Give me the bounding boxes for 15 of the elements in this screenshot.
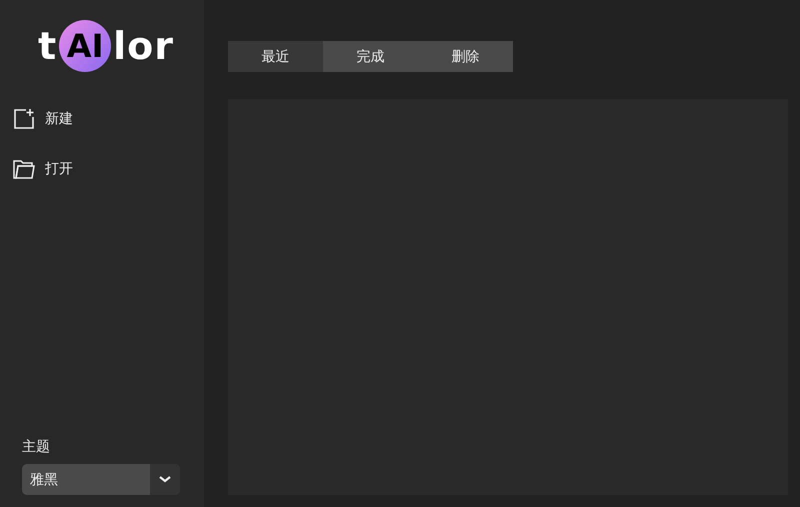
theme-label: 主题: [22, 438, 51, 456]
sidebar-item-label: 打开: [45, 160, 73, 178]
logo-text: lor: [113, 27, 174, 65]
sidebar-item[interactable]: 打开: [0, 144, 204, 194]
tab[interactable]: 最近: [228, 41, 323, 72]
sidebar-item-label: 新建: [45, 110, 73, 128]
theme-select[interactable]: 雅黑: [22, 464, 180, 495]
caret-icon: [150, 464, 180, 495]
folder-icon: [13, 159, 35, 179]
logo-badge: AI: [59, 20, 112, 72]
sidebar-item[interactable]: 新建: [0, 94, 204, 144]
tab[interactable]: 删除: [418, 41, 513, 72]
tab[interactable]: 完成: [323, 41, 418, 72]
logo-text: t: [38, 27, 58, 65]
new-file-icon: [13, 108, 35, 130]
